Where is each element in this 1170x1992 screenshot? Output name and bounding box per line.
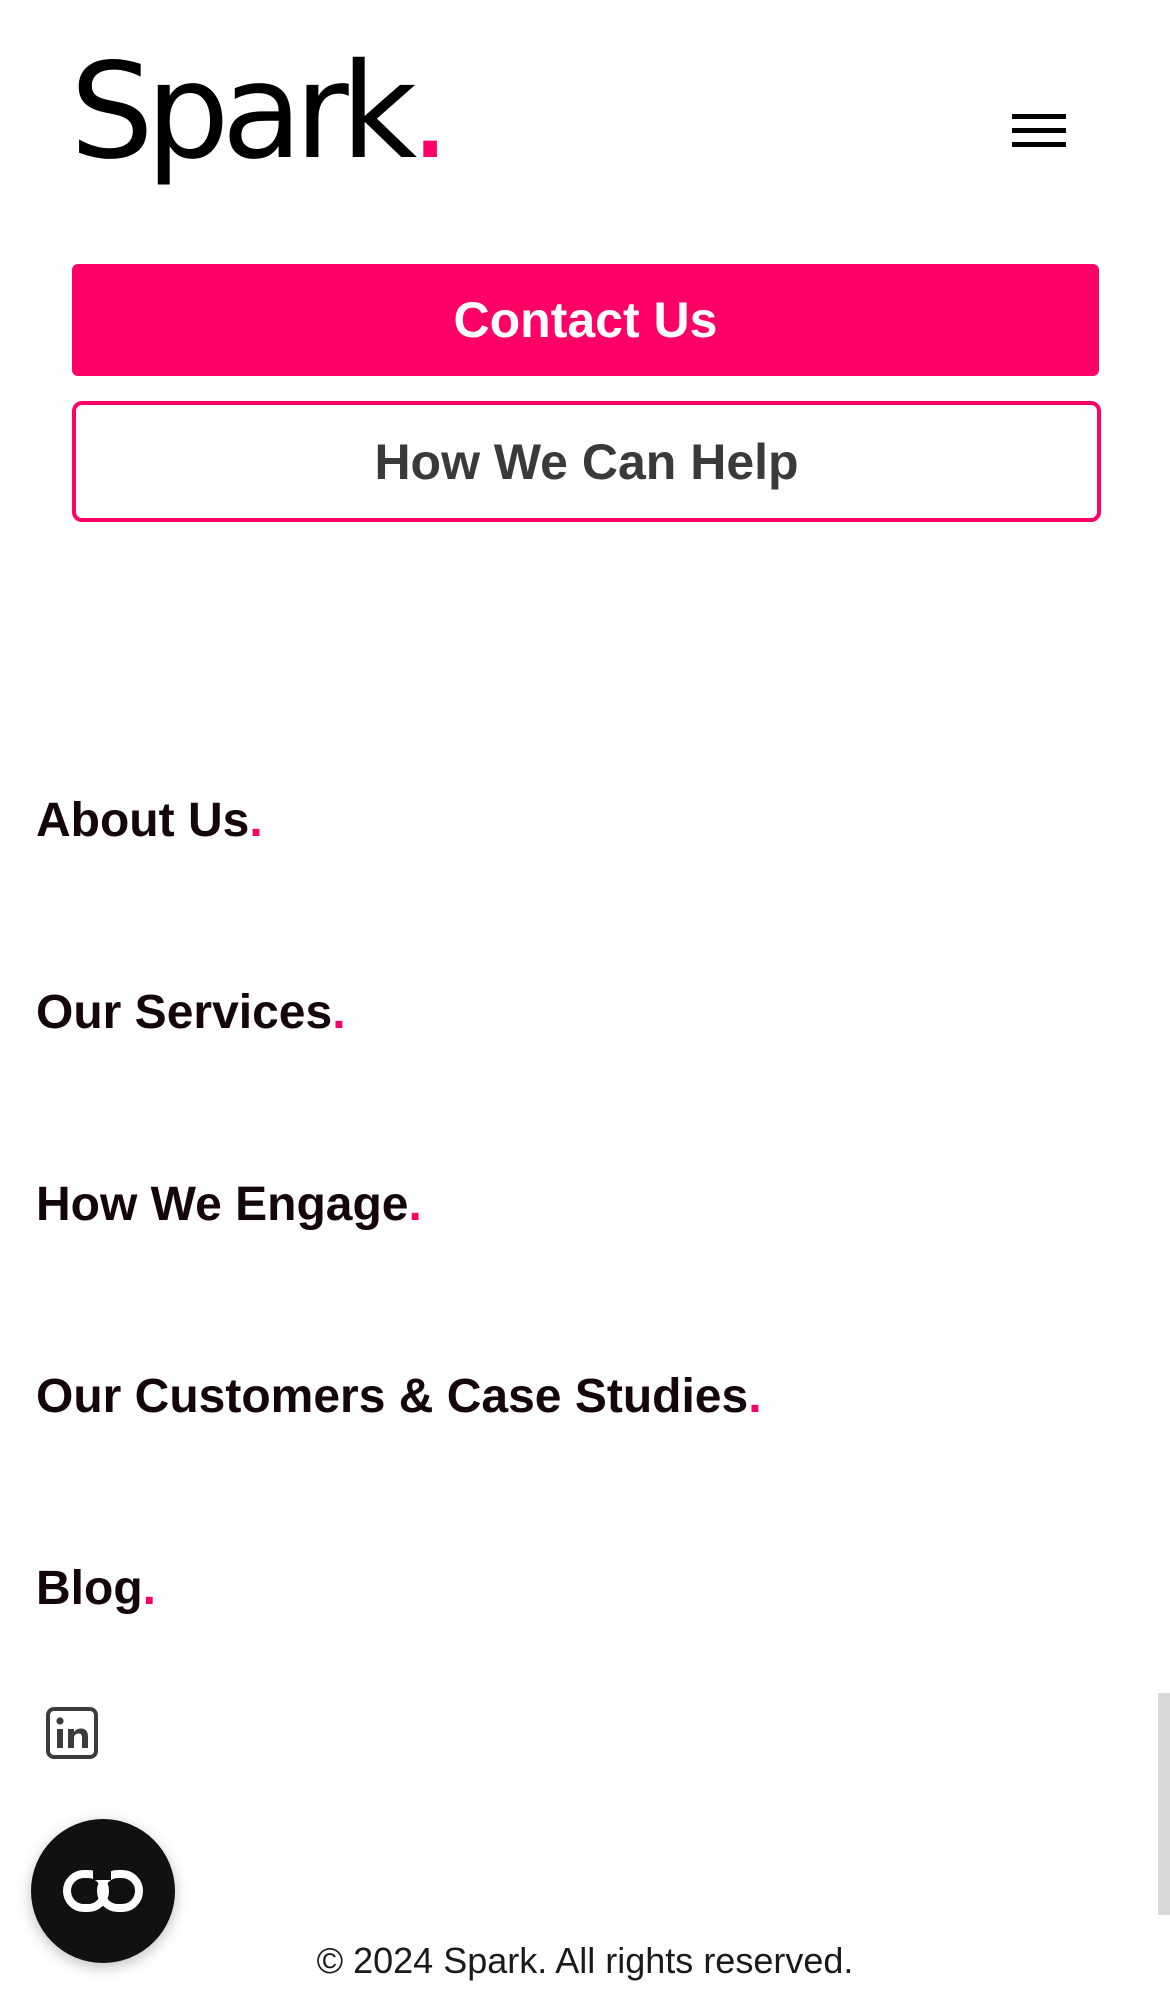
logo-text: Spark bbox=[70, 35, 417, 189]
contact-us-button[interactable]: Contact Us bbox=[72, 264, 1099, 376]
nav-item-dot: . bbox=[408, 1178, 422, 1231]
nav-item-dot: . bbox=[748, 1370, 762, 1423]
logo[interactable]: Spark. bbox=[70, 46, 451, 178]
nav-item-customers-case-studies[interactable]: Our Customers & Case Studies. bbox=[36, 1369, 762, 1424]
hamburger-menu-icon[interactable] bbox=[1008, 110, 1066, 152]
how-we-can-help-button[interactable]: How We Can Help bbox=[72, 401, 1101, 522]
nav-item-label: How We Engage bbox=[36, 1178, 409, 1231]
nav-item-dot: . bbox=[332, 986, 346, 1039]
linkedin-icon[interactable] bbox=[46, 1707, 98, 1759]
menu-line bbox=[1012, 128, 1066, 133]
menu-line bbox=[1012, 142, 1066, 147]
menu-line bbox=[1012, 114, 1066, 119]
scrollbar[interactable] bbox=[1158, 1693, 1170, 1915]
nav-item-label: About Us bbox=[36, 794, 250, 847]
copyright-text: © 2024 Spark. All rights reserved. bbox=[316, 1940, 854, 1981]
nav-item-label: Our Services bbox=[36, 986, 333, 1039]
nav-item-about-us[interactable]: About Us. bbox=[36, 793, 263, 848]
nav-item-dot: . bbox=[249, 794, 263, 847]
logo-dot: . bbox=[409, 35, 452, 189]
nav-item-label: Our Customers & Case Studies bbox=[36, 1370, 749, 1423]
nav-item-dot: . bbox=[142, 1562, 156, 1615]
nav-item-label: Blog bbox=[36, 1562, 143, 1615]
nav-item-our-services[interactable]: Our Services. bbox=[36, 985, 346, 1040]
nav-item-blog[interactable]: Blog. bbox=[36, 1561, 156, 1616]
nav-item-how-we-engage[interactable]: How We Engage. bbox=[36, 1177, 422, 1232]
